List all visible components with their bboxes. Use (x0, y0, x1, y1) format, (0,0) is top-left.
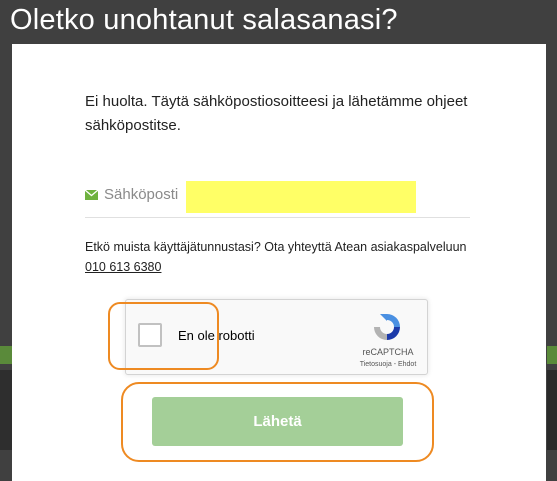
background-panel (0, 370, 12, 450)
background-strip (547, 346, 557, 364)
dialog-title: Oletko unohtanut salasanasi? (10, 4, 398, 36)
email-field[interactable]: Sähköposti (85, 181, 470, 218)
envelope-icon (85, 190, 98, 200)
recaptcha-icon (374, 314, 400, 340)
intro-text: Ei huolta. Täytä sähköpostiosoitteesi ja… (85, 93, 468, 134)
forgot-password-dialog: Ei huolta. Täytä sähköpostiosoitteesi ja… (12, 44, 546, 481)
recaptcha-privacy-links[interactable]: Tietosuoja - Ehdot (348, 361, 428, 368)
contact-message: Etkö muista käyttäjätunnustasi? Ota yhte… (85, 240, 467, 254)
phone-link[interactable]: 010 613 6380 (85, 260, 161, 274)
recaptcha-widget: En ole robotti reCAPTCHA Tietosuoja - Eh… (125, 299, 428, 375)
submit-button[interactable]: Lähetä (152, 397, 403, 446)
recaptcha-brand: reCAPTCHA (362, 347, 414, 357)
background-panel (547, 370, 557, 450)
contact-text: Etkö muista käyttäjätunnustasi? Ota yhte… (85, 237, 485, 277)
recaptcha-checkbox[interactable] (138, 323, 162, 347)
background-strip (0, 346, 12, 364)
email-input[interactable] (186, 181, 416, 213)
email-label: Sähköposti (104, 186, 179, 203)
recaptcha-label: En ole robotti (178, 328, 255, 343)
